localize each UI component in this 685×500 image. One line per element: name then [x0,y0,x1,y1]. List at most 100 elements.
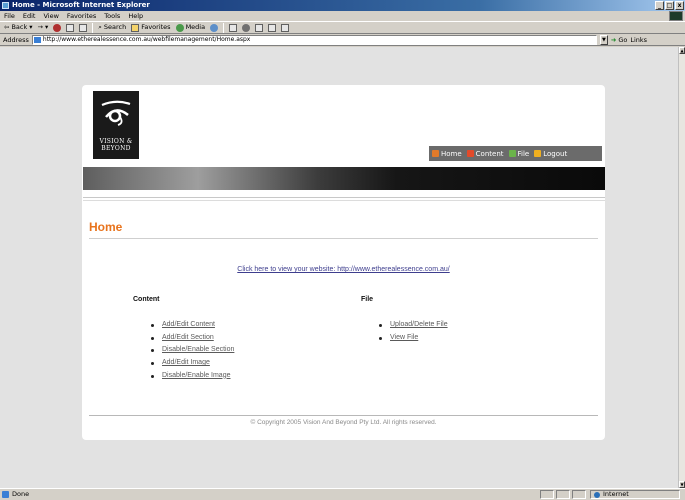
mail-icon[interactable] [229,23,238,32]
file-icon [508,150,516,157]
forward-arrow-icon: → [37,23,43,31]
toolbar-separator [92,22,94,33]
add-edit-image-link[interactable]: Add/Edit Image [148,359,234,372]
links-button[interactable]: Links [630,36,647,44]
windows-flag-icon [669,11,683,21]
address-dropdown-icon[interactable]: ▼ [599,34,608,45]
menu-help[interactable]: Help [128,11,143,21]
go-button[interactable]: ➜ Go [611,36,627,44]
ie-app-icon [2,2,9,9]
disable-enable-image-link[interactable]: Disable/Enable Image [148,372,234,385]
status-pane [572,490,586,499]
page-title: Home [89,220,123,234]
search-icon: ⌕ [98,23,102,31]
logo-text-line2: BEYOND [101,145,131,152]
security-zone: Internet [590,490,680,499]
nav-file[interactable]: File [508,149,530,158]
back-dropdown-icon: ▾ [29,23,33,31]
go-label: Go [618,35,628,44]
site-nav: Home Content File Logout [429,146,602,161]
add-edit-section-link[interactable]: Add/Edit Section [148,334,234,347]
menu-bar: File Edit View Favorites Tools Help [0,11,685,21]
nav-content-label: Content [475,149,504,158]
maximize-button[interactable]: □ [665,1,674,10]
standard-toolbar: ⇦ Back ▾ → ▾ ⌕ Search Favorites Media [0,21,685,34]
status-bar: Done Internet [0,488,685,500]
menu-favorites[interactable]: Favorites [67,11,96,21]
back-label: Back [11,23,28,31]
media-icon [175,23,184,32]
print-icon[interactable] [242,23,251,32]
file-section-heading: File [361,296,374,303]
menu-file[interactable]: File [4,11,15,21]
page-done-icon [2,491,9,498]
favorites-button[interactable]: Favorites [131,22,171,33]
view-file-link[interactable]: View File [376,334,448,347]
favorites-icon [131,23,140,32]
disable-enable-section-link[interactable]: Disable/Enable Section [148,346,234,359]
history-icon[interactable] [210,23,219,32]
nav-file-label: File [517,149,530,158]
nav-logout-label: Logout [543,149,568,158]
page-container: VISION & BEYOND Home Content File Logout [82,85,605,440]
scroll-down-icon[interactable]: ▼ [679,481,685,488]
upload-delete-file-link[interactable]: Upload/Delete File [376,321,448,334]
status-pane [540,490,554,499]
nav-home-label: Home [441,149,462,158]
go-arrow-icon: ➜ [610,35,617,44]
status-panes [540,490,586,499]
edit-icon[interactable] [255,23,264,32]
divider [83,200,605,201]
toolbar-separator [223,22,225,33]
home-toolbar-icon[interactable] [79,23,88,32]
title-bar: Home - Microsoft Internet Explorer _ □ x [0,0,685,11]
address-url: http://www.etherealessence.com.au/webfil… [42,35,251,43]
divider [83,197,605,198]
content-icon [466,150,474,157]
status-text: Done [12,490,30,498]
window-controls: _ □ x [655,1,684,10]
forward-dropdown-icon: ▾ [44,23,49,31]
discuss-icon[interactable] [268,23,277,32]
home-icon [432,150,439,157]
status-pane [556,490,570,499]
media-label: Media [185,23,206,31]
refresh-icon[interactable] [66,23,75,32]
nav-home[interactable]: Home [432,150,462,158]
title-divider [89,238,598,239]
add-edit-content-link[interactable]: Add/Edit Content [148,321,234,334]
forward-button[interactable]: → ▾ [38,22,49,33]
vision-beyond-logo[interactable]: VISION & BEYOND [93,91,139,159]
nav-content[interactable]: Content [466,149,504,158]
zone-label: Internet [603,490,629,498]
back-button[interactable]: ⇦ Back ▾ [4,22,33,33]
address-label: Address [3,35,29,44]
copyright-text: © Copyright 2005 Vision And Beyond Pty L… [250,419,437,426]
file-links: Upload/Delete File View File [376,321,448,346]
address-input[interactable]: http://www.etherealessence.com.au/webfil… [31,34,597,45]
page-icon [33,36,41,43]
vertical-scrollbar[interactable]: ▲ ▼ [678,47,685,488]
messenger-icon[interactable] [281,23,290,32]
minimize-button[interactable]: _ [655,1,664,10]
scroll-up-icon[interactable]: ▲ [679,47,685,54]
stop-icon[interactable] [53,23,62,32]
menu-edit[interactable]: Edit [23,11,36,21]
header-banner [83,167,605,190]
content-links: Add/Edit Content Add/Edit Section Disabl… [148,321,234,384]
menu-tools[interactable]: Tools [104,11,120,21]
media-button[interactable]: Media [175,22,206,33]
eye-logo-icon [101,100,131,126]
view-website-link[interactable]: Click here to view your website: http://… [82,266,605,273]
address-bar: Address http://www.etherealessence.com.a… [0,34,685,46]
search-label: Search [103,23,127,31]
nav-logout[interactable]: Logout [534,150,567,158]
logout-icon [534,150,542,157]
content-section-heading: Content [133,296,160,303]
footer-divider [89,415,598,416]
search-button[interactable]: ⌕ Search [98,22,126,33]
menu-view[interactable]: View [43,11,58,21]
favorites-label: Favorites [141,23,171,31]
back-arrow-icon: ⇦ [4,23,10,31]
close-button[interactable]: x [675,1,684,10]
